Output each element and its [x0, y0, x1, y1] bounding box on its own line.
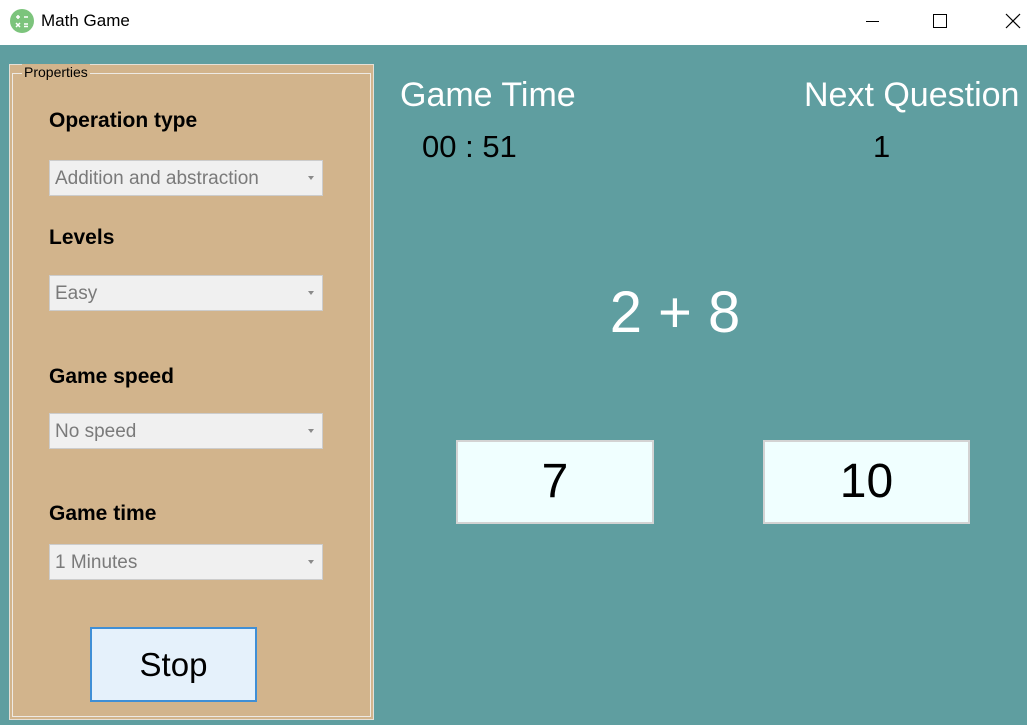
properties-caption: Properties [22, 64, 90, 80]
game-speed-select[interactable]: No speed [49, 413, 323, 449]
chevron-down-icon [308, 291, 314, 295]
window-title: Math Game [41, 11, 130, 30]
minimize-button[interactable] [843, 0, 903, 45]
next-question-counter: 1 [873, 129, 891, 164]
chevron-down-icon [308, 429, 314, 433]
game-time-select[interactable]: 1 Minutes [49, 544, 323, 580]
title-bar: Math Game [0, 0, 1027, 45]
game-speed-value: No speed [55, 421, 137, 442]
levels-value: Easy [55, 283, 98, 304]
calculator-icon [10, 9, 34, 33]
maximize-button[interactable] [910, 0, 970, 45]
chevron-down-icon [308, 560, 314, 564]
game-time-header: Game Time [400, 76, 576, 114]
game-time-value: 1 Minutes [55, 552, 138, 573]
properties-group: Properties Operation type Addition and a… [9, 64, 374, 720]
close-icon [1005, 13, 1021, 29]
game-speed-label: Game speed [49, 365, 174, 388]
question-text: 2 + 8 [609, 280, 741, 345]
operation-type-label: Operation type [49, 109, 198, 132]
answer-button-2[interactable]: 10 [763, 440, 970, 524]
game-time-counter: 00 : 51 [422, 129, 517, 164]
levels-select[interactable]: Easy [49, 275, 323, 311]
operation-type-select[interactable]: Addition and abstraction [49, 160, 323, 196]
minimize-icon [866, 21, 879, 22]
chevron-down-icon [308, 176, 314, 180]
maximize-icon [933, 14, 947, 28]
answer-button-1[interactable]: 7 [456, 440, 654, 524]
game-time-label: Game time [49, 502, 157, 525]
stop-button[interactable]: Stop [90, 627, 257, 702]
levels-label: Levels [49, 226, 115, 249]
close-button[interactable] [983, 0, 1027, 45]
next-question-header: Next Question [804, 76, 1020, 114]
operation-type-value: Addition and abstraction [55, 168, 259, 189]
